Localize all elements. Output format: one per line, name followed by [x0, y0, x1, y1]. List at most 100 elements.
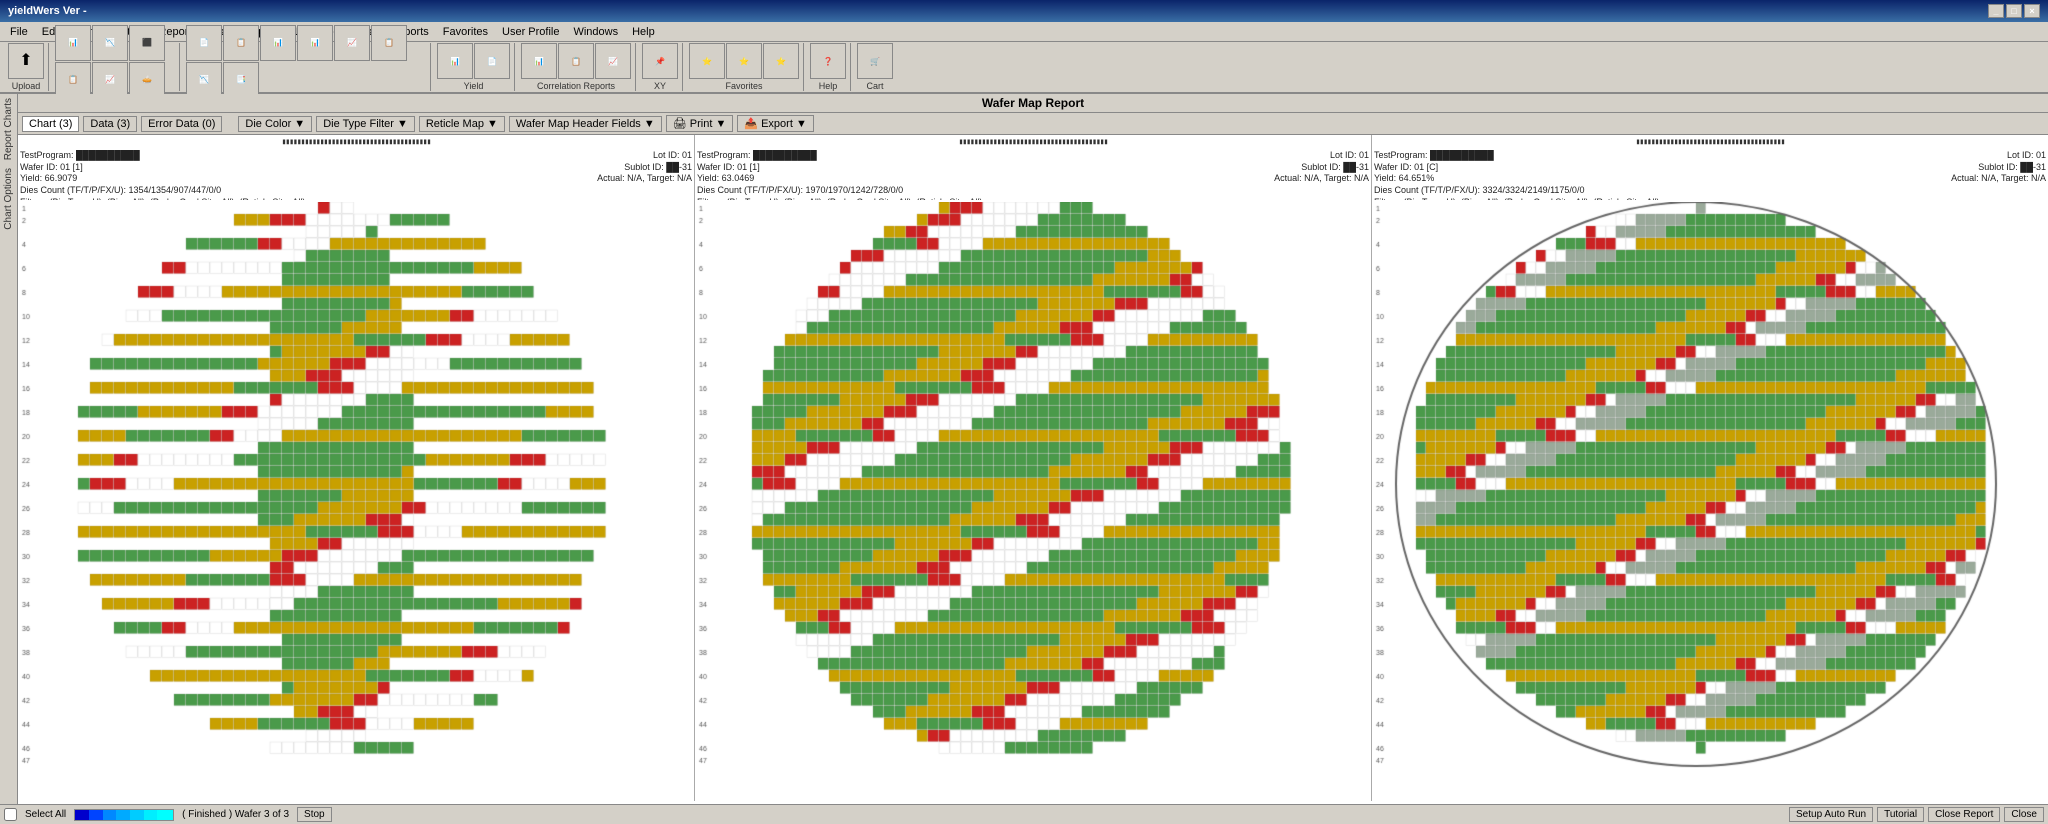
filters-1: Filters: (Bin Type: H), (Bins: All), (Pr… — [20, 197, 692, 200]
param-btn-2[interactable]: 📋 — [223, 25, 259, 61]
yield-1: Yield: 66.9079 — [20, 173, 77, 185]
print-btn[interactable]: 🖨 Print ▼ — [666, 115, 734, 132]
corr-btn-3[interactable]: 📈 — [595, 43, 631, 79]
favorites-group: ⭐ ⭐ ⭐ Favorites — [685, 43, 804, 91]
yield-chart-icon: 📊 — [450, 57, 460, 66]
reticle-map-dropdown[interactable]: Reticle Map ▼ — [419, 116, 505, 132]
favorites-label: Favorites — [725, 81, 762, 91]
bins-btn-5[interactable]: 📈 — [92, 62, 128, 98]
error-data-tab[interactable]: Error Data (0) — [141, 116, 222, 132]
fav-btn-2[interactable]: ⭐ — [726, 43, 762, 79]
chart-options-label[interactable]: Chart Options — [1, 164, 16, 234]
corr-doc-icon: 📋 — [571, 57, 581, 66]
header-fields-dropdown[interactable]: Wafer Map Header Fields ▼ — [509, 116, 662, 132]
menu-file[interactable]: File — [4, 25, 34, 39]
test-program-2: TestProgram: ██████████ — [697, 150, 817, 162]
window-controls[interactable]: _ □ × — [1988, 4, 2040, 18]
table-icon: 📋 — [68, 75, 78, 84]
data-tab[interactable]: Data (3) — [83, 116, 137, 132]
yield-group: 📊 📄 Yield — [433, 43, 515, 91]
star-icon-2: ⭐ — [739, 57, 749, 66]
upload-group: ⬆ Upload — [4, 43, 49, 91]
wafer-id-3: Wafer ID: 01 [C] — [1374, 162, 1438, 174]
doc-icon-1: 📄 — [199, 38, 209, 47]
corr-btn-2[interactable]: 📋 — [558, 43, 594, 79]
yield-btn-1[interactable]: 📊 — [437, 43, 473, 79]
param-btn-7[interactable]: 📉 — [186, 62, 222, 98]
bins-btn-3[interactable]: ⬛ — [129, 25, 165, 61]
close-report-btn[interactable]: Close Report — [1928, 807, 2000, 822]
progress-label: ( Finished ) Wafer 3 of 3 — [182, 809, 289, 820]
menu-windows[interactable]: Windows — [567, 25, 624, 39]
menu-user[interactable]: User Profile — [496, 25, 565, 39]
bins-btn-4[interactable]: 📋 — [55, 62, 91, 98]
fav-btn-1[interactable]: ⭐ — [689, 43, 725, 79]
export-btn[interactable]: 📤 Export ▼ — [737, 115, 814, 132]
upload-btn[interactable]: ⬆ — [8, 43, 44, 79]
progress-seg-6 — [144, 810, 158, 820]
dies-count-1: Dies Count (TF/T/P/FX/U): 1354/1354/907/… — [20, 185, 692, 197]
report-charts-label[interactable]: Report Charts — [1, 94, 16, 164]
bins-btn-1[interactable]: 📊 — [55, 25, 91, 61]
param-btn-6[interactable]: 📋 — [371, 25, 407, 61]
chart-tab[interactable]: Chart (3) — [22, 116, 79, 132]
param-btn-8[interactable]: 📑 — [223, 62, 259, 98]
setup-auto-run-btn[interactable]: Setup Auto Run — [1789, 807, 1873, 822]
help-btn[interactable]: ❓ — [810, 43, 846, 79]
stop-btn[interactable]: Stop — [297, 807, 332, 822]
yield-btn-2[interactable]: 📄 — [474, 43, 510, 79]
close-btn-status[interactable]: Close — [2004, 807, 2044, 822]
die-color-dropdown[interactable]: Die Color ▼ — [238, 116, 312, 132]
progress-seg-4 — [116, 810, 130, 820]
main-content: Wafer Map Report Chart (3) Data (3) Erro… — [18, 94, 2048, 804]
barcode-1: ▮▮▮▮▮▮▮▮▮▮▮▮▮▮▮▮▮▮▮▮▮▮▮▮▮▮▮▮▮▮▮▮▮▮▮▮▮▮▮ — [20, 137, 692, 149]
chart-icon-3: 📊 — [273, 38, 283, 47]
wafer-info-1: TestProgram: ██████████ Lot ID: 01 Wafer… — [20, 150, 692, 200]
bins-btn-6[interactable]: 🥧 — [129, 62, 165, 98]
bins-btn-2[interactable]: 📉 — [92, 25, 128, 61]
tutorial-btn[interactable]: Tutorial — [1877, 807, 1924, 822]
close-btn[interactable]: × — [2024, 4, 2040, 18]
param-btn-3[interactable]: 📊 — [260, 25, 296, 61]
titlebar: yieldWers Ver - _ □ × — [0, 0, 2048, 22]
progress-seg-1 — [75, 810, 89, 820]
cart-icon: 🛒 — [870, 57, 880, 66]
maximize-btn[interactable]: □ — [2006, 4, 2022, 18]
wafer-panel-2: ▮▮▮▮▮▮▮▮▮▮▮▮▮▮▮▮▮▮▮▮▮▮▮▮▮▮▮▮▮▮▮▮▮▮▮▮▮▮▮ … — [695, 135, 1372, 801]
corr-btn-1[interactable]: 📊 — [521, 43, 557, 79]
wafer-info-2: TestProgram: ██████████ Lot ID: 01 Wafer… — [697, 150, 1369, 200]
select-all-checkbox[interactable] — [4, 808, 17, 821]
status-right-buttons: Setup Auto Run Tutorial Close Report Clo… — [1789, 807, 2044, 822]
filters-2: Filters: (Bin Type: H), (Bins: All), (Pr… — [697, 197, 1369, 200]
app-title: yieldWers Ver - — [8, 5, 87, 17]
menu-favorites[interactable]: Favorites — [437, 25, 494, 39]
corr-scatter-icon: 📈 — [608, 57, 618, 66]
select-all-label: Select All — [25, 809, 66, 820]
fav-btn-3[interactable]: ⭐ — [763, 43, 799, 79]
actual-target-3: Actual: N/A, Target: N/A — [1951, 173, 2046, 185]
toolbar: ⬆ Upload 📊 📉 ⬛ 📋 📈 🥧 Bin(s) Analysis 📄 📋… — [0, 42, 2048, 94]
minimize-btn[interactable]: _ — [1988, 4, 2004, 18]
xy-icon: 📌 — [655, 57, 665, 66]
wafer-maps-container: ▮▮▮▮▮▮▮▮▮▮▮▮▮▮▮▮▮▮▮▮▮▮▮▮▮▮▮▮▮▮▮▮▮▮▮▮▮▮▮ … — [18, 135, 2048, 801]
sidebar: Report Charts Chart Options — [0, 94, 18, 804]
yield-doc-icon: 📄 — [487, 57, 497, 66]
lot-id-2: Lot ID: 01 — [1330, 150, 1369, 162]
die-type-filter-dropdown[interactable]: Die Type Filter ▼ — [316, 116, 415, 132]
actual-target-1: Actual: N/A, Target: N/A — [597, 173, 692, 185]
doc-icon-6: 📋 — [384, 38, 394, 47]
param-btn-1[interactable]: 📄 — [186, 25, 222, 61]
wafer-panel-3: ▮▮▮▮▮▮▮▮▮▮▮▮▮▮▮▮▮▮▮▮▮▮▮▮▮▮▮▮▮▮▮▮▮▮▮▮▮▮▮ … — [1372, 135, 2048, 801]
wafer-panel-1: ▮▮▮▮▮▮▮▮▮▮▮▮▮▮▮▮▮▮▮▮▮▮▮▮▮▮▮▮▮▮▮▮▮▮▮▮▮▮▮ … — [18, 135, 695, 801]
chart-icon-5: 📈 — [347, 38, 357, 47]
menu-help[interactable]: Help — [626, 25, 661, 39]
wafer-id-2: Wafer ID: 01 [1] — [697, 162, 760, 174]
xy-btn[interactable]: 📌 — [642, 43, 678, 79]
param-btn-5[interactable]: 📈 — [334, 25, 370, 61]
param-btn-4[interactable]: 📊 — [297, 25, 333, 61]
pie-icon: 🥧 — [142, 75, 152, 84]
sublot-id-1: Sublot ID: ██-31 — [624, 162, 692, 174]
parametric-group: 📄 📋 📊 📊 📈 📋 📉 📑 Parametric Test Result(s… — [182, 43, 431, 91]
cart-btn[interactable]: 🛒 — [857, 43, 893, 79]
correlation-label: Correlation Reports — [537, 81, 615, 91]
